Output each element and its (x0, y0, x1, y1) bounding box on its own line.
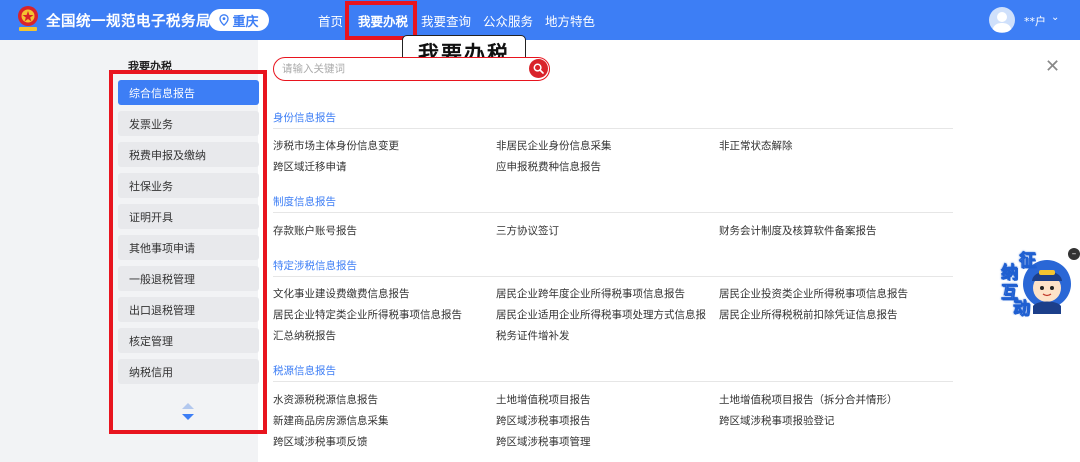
nav-local-feature[interactable]: 地方特色 (545, 0, 595, 40)
link-item[interactable]: 非正常状态解除 (719, 138, 793, 153)
close-icon[interactable]: ✕ (1045, 58, 1060, 76)
link-item[interactable]: 居民企业投资类企业所得税事项信息报告 (719, 286, 908, 301)
link-item[interactable]: 居民企业适用企业所得税事项处理方式信息报... (496, 307, 706, 322)
top-header: 全国统一规范电子税务局 重庆 首页 我要办税 我要查询 公众服务 地方特色 **… (0, 0, 1080, 40)
nav-query[interactable]: 我要查询 (421, 0, 471, 40)
section-divider (273, 212, 953, 213)
tax-emblem-icon (18, 6, 38, 31)
user-name[interactable]: **户 (1024, 13, 1046, 29)
region-label: 重庆 (232, 14, 259, 30)
search-button[interactable] (529, 59, 548, 78)
link-item[interactable]: 土地增值税项目报告 (496, 392, 591, 407)
link-item[interactable]: 跨区域迁移申请 (273, 159, 347, 174)
app-title: 全国统一规范电子税务局 (46, 14, 211, 30)
section-title-tax-source: 税源信息报告 (273, 365, 336, 377)
link-item[interactable]: 财务会计制度及核算软件备案报告 (719, 223, 877, 238)
user-avatar-icon[interactable] (989, 7, 1015, 33)
link-item[interactable]: 文化事业建设费缴费信息报告 (273, 286, 410, 301)
sidebar-highlight-annotation (109, 70, 267, 434)
search-input[interactable] (282, 61, 522, 77)
search-box (273, 57, 550, 81)
link-item[interactable]: 三方协议签订 (496, 223, 559, 238)
widget-char: 征 (1019, 251, 1037, 272)
nav-home[interactable]: 首页 (318, 0, 343, 40)
link-item[interactable]: 居民企业跨年度企业所得税事项信息报告 (496, 286, 685, 301)
link-item[interactable]: 居民企业所得税税前扣除凭证信息报告 (719, 307, 898, 322)
section-title-system: 制度信息报告 (273, 196, 336, 208)
region-selector[interactable]: 重庆 (209, 9, 269, 31)
link-item[interactable]: 水资源税税源信息报告 (273, 392, 378, 407)
section-title-specific: 特定涉税信息报告 (273, 260, 357, 272)
link-item[interactable]: 跨区域涉税事项报验登记 (719, 413, 835, 428)
link-item[interactable]: 跨区域涉税事项报告 (496, 413, 591, 428)
link-item[interactable]: 跨区域涉税事项反馈 (273, 434, 368, 449)
link-item[interactable]: 涉税市场主体身份信息变更 (273, 138, 399, 153)
link-item[interactable]: 新建商品房房源信息采集 (273, 413, 389, 428)
link-item[interactable]: 存款账户账号报告 (273, 223, 357, 238)
section-divider (273, 128, 953, 129)
link-item[interactable]: 汇总纳税报告 (273, 328, 336, 343)
link-item[interactable]: 土地增值税项目报告（拆分合并情形） (719, 392, 898, 407)
section-divider (273, 276, 953, 277)
location-pin-icon (219, 14, 230, 26)
link-item[interactable]: 非居民企业身份信息采集 (496, 138, 612, 153)
search-icon (533, 63, 544, 74)
tax-interaction-widget[interactable]: 征 纳 互 动 (995, 248, 1073, 320)
section-divider (273, 381, 953, 382)
nav-public-service[interactable]: 公众服务 (483, 0, 533, 40)
link-item[interactable]: 跨区域涉税事项管理 (496, 434, 591, 449)
link-item[interactable]: 居民企业特定类企业所得税事项信息报告 (273, 307, 462, 322)
widget-close-icon[interactable]: – (1068, 248, 1080, 260)
widget-char: 动 (1013, 299, 1031, 320)
link-item[interactable]: 税务证件增补发 (496, 328, 570, 343)
chevron-down-icon[interactable]: ⌄ (1051, 12, 1059, 23)
section-title-identity: 身份信息报告 (273, 112, 336, 124)
link-item[interactable]: 应申报税费种信息报告 (496, 159, 601, 174)
